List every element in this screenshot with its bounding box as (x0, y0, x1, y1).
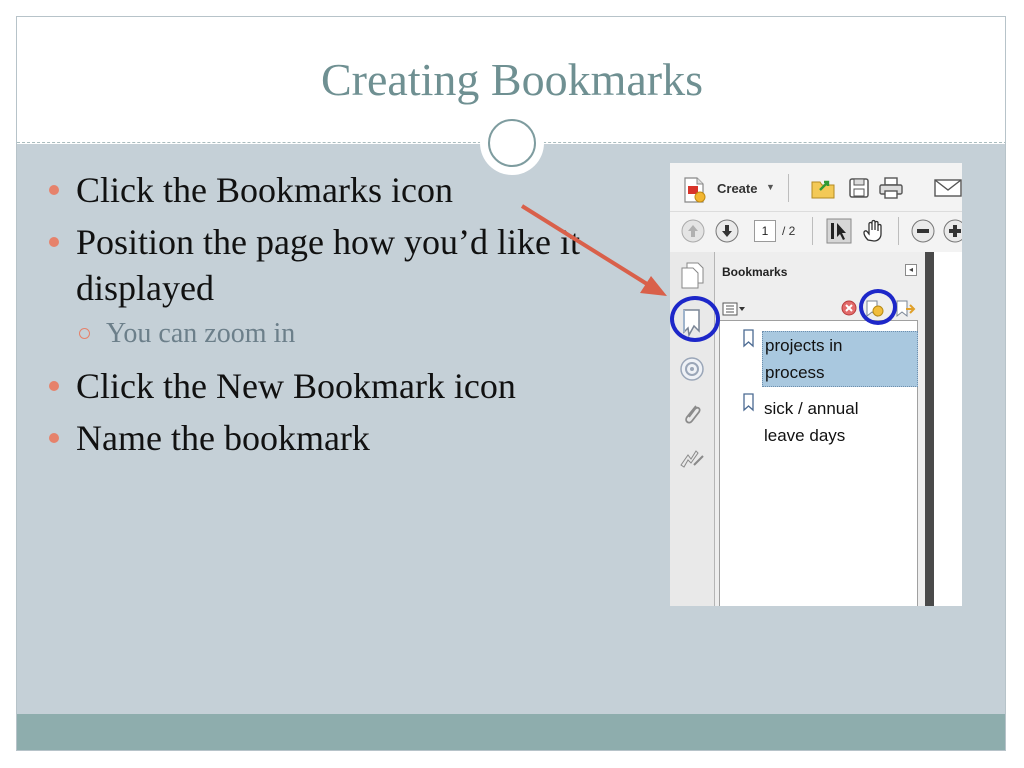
bookmark-item-icon (743, 329, 754, 348)
pages-icon[interactable] (679, 261, 705, 289)
bullet-item: Click the New Bookmark icon (47, 363, 587, 409)
bullet-dot-icon (49, 381, 59, 391)
save-icon[interactable] (848, 177, 870, 199)
page-total: / 2 (782, 224, 796, 238)
bullet-text: Click the Bookmarks icon (76, 170, 453, 210)
bullet-dot-icon (49, 185, 59, 195)
bullet-item: Position the page how you’d like it disp… (47, 219, 587, 311)
slide-title: Creating Bookmarks (321, 54, 703, 105)
toolbar-separator (788, 174, 789, 202)
toolbar-separator (898, 217, 899, 245)
toolbar-separator (812, 217, 813, 245)
bookmark-label-line: leave days (764, 426, 846, 445)
create-button[interactable]: Create (717, 181, 757, 196)
bookmark-label-line: sick / annual (764, 399, 859, 418)
sub-bullet-item: You can zoom in (47, 315, 587, 353)
select-tool-icon[interactable] (826, 218, 852, 244)
acrobat-screenshot: Create ▼ 1 / 2 Bookmarks ◂ projects in p… (670, 163, 962, 606)
bullet-dot-icon (49, 433, 59, 443)
sub-bullet-text: You can zoom in (106, 318, 296, 349)
bookmark-label-line: projects in (765, 336, 843, 355)
slide: Creating Bookmarks Click the Bookmarks i… (16, 16, 1006, 751)
zoom-in-icon[interactable] (942, 218, 962, 244)
bookmark-options-icon[interactable] (722, 302, 746, 316)
footer-bar (17, 714, 1005, 750)
highlight-circle (670, 296, 720, 342)
bookmark-item-icon (743, 393, 754, 412)
bookmarks-panel-title: Bookmarks (722, 265, 788, 279)
document-canvas (934, 252, 962, 606)
bullet-list: Click the Bookmarks icon Position the pa… (47, 167, 587, 467)
bullet-dot-icon (49, 237, 59, 247)
next-page-icon[interactable] (714, 218, 740, 244)
divider-circle-icon (488, 119, 536, 167)
sign-icon[interactable] (678, 447, 706, 471)
hand-tool-icon[interactable] (860, 218, 886, 244)
bookmark-item[interactable]: sick / annual leave days (764, 395, 914, 449)
zoom-out-icon[interactable] (910, 218, 936, 244)
bullet-text: Name the bookmark (76, 418, 370, 458)
expand-bookmark-icon[interactable] (894, 299, 916, 319)
page-number-input[interactable]: 1 (754, 220, 776, 242)
bullet-text: Click the New Bookmark icon (76, 366, 516, 406)
bullet-text: Position the page how you’d like it disp… (76, 222, 580, 308)
email-icon[interactable] (934, 179, 962, 197)
collapse-panel-icon[interactable]: ◂ (905, 264, 917, 276)
open-folder-icon[interactable] (810, 176, 838, 200)
sub-bullet-ring-icon (79, 328, 90, 339)
print-icon[interactable] (878, 176, 904, 200)
caret-down-icon[interactable]: ▼ (766, 182, 775, 192)
bookmark-item[interactable]: projects in process (762, 331, 918, 387)
delete-bookmark-icon[interactable] (840, 299, 858, 317)
highlight-circle (859, 289, 897, 325)
previous-page-icon[interactable] (680, 218, 706, 244)
attachments-icon[interactable] (681, 400, 703, 428)
signatures-icon[interactable] (679, 356, 705, 382)
bullet-item: Name the bookmark (47, 415, 587, 461)
bookmark-label-line: process (765, 363, 825, 382)
panel-divider (925, 252, 934, 606)
bullet-item: Click the Bookmarks icon (47, 167, 587, 213)
create-pdf-icon[interactable] (682, 177, 706, 203)
